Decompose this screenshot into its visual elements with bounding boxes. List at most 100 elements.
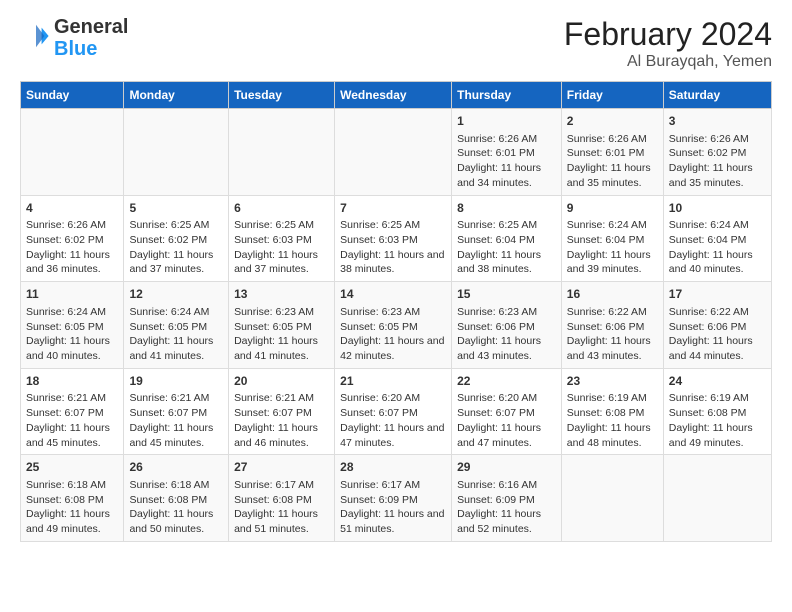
day-number: 13 — [234, 286, 329, 303]
day-info: Sunrise: 6:19 AMSunset: 6:08 PMDaylight:… — [669, 391, 766, 450]
calendar-cell: 11 Sunrise: 6:24 AMSunset: 6:05 PMDayligh… — [21, 282, 124, 369]
day-info: Sunrise: 6:26 AMSunset: 6:01 PMDaylight:… — [567, 132, 658, 191]
day-info: Sunrise: 6:25 AMSunset: 6:03 PMDaylight:… — [340, 218, 446, 277]
calendar-cell: 13Sunrise: 6:23 AMSunset: 6:05 PMDayligh… — [229, 282, 335, 369]
day-info: Sunrise: 6:26 AMSunset: 6:02 PMDaylight:… — [26, 218, 118, 277]
day-number: 20 — [234, 373, 329, 390]
day-info: Sunrise: 6:21 AMSunset: 6:07 PMDaylight:… — [26, 391, 118, 450]
calendar-cell: 7Sunrise: 6:25 AMSunset: 6:03 PMDaylight… — [335, 195, 452, 282]
calendar-cell: 16 Sunrise: 6:22 AMSunset: 6:06 PMDayligh… — [561, 282, 663, 369]
day-info: Sunrise: 6:24 AMSunset: 6:04 PMDaylight:… — [567, 218, 658, 277]
col-header-thursday: Thursday — [452, 82, 562, 109]
calendar-cell — [561, 455, 663, 542]
day-number: 25 — [26, 459, 118, 476]
day-info: Sunrise: 6:24 AMSunset: 6:05 PMDaylight:… — [26, 305, 118, 364]
col-header-sunday: Sunday — [21, 82, 124, 109]
calendar-cell: 21Sunrise: 6:20 AMSunset: 6:07 PMDayligh… — [335, 368, 452, 455]
day-info: Sunrise: 6:18 AMSunset: 6:08 PMDaylight:… — [26, 478, 118, 537]
day-info: Sunrise: 6:24 AMSunset: 6:05 PMDaylight:… — [129, 305, 223, 364]
day-number: 28 — [340, 459, 446, 476]
day-info: Sunrise: 6:20 AMSunset: 6:07 PMDaylight:… — [457, 391, 556, 450]
day-info: Sunrise: 6:26 AMSunset: 6:02 PMDaylight:… — [669, 132, 766, 191]
day-number: 1 — [457, 113, 556, 130]
day-number: 29 — [457, 459, 556, 476]
calendar-cell: 8Sunrise: 6:25 AMSunset: 6:04 PMDaylight… — [452, 195, 562, 282]
day-info: Sunrise: 6:22 AMSunset: 6:06 PMDaylight:… — [567, 305, 658, 364]
calendar-cell: 4Sunrise: 6:26 AMSunset: 6:02 PMDaylight… — [21, 195, 124, 282]
calendar-cell — [335, 109, 452, 196]
day-info: Sunrise: 6:17 AMSunset: 6:09 PMDaylight:… — [340, 478, 446, 537]
day-info: Sunrise: 6:25 AMSunset: 6:02 PMDaylight:… — [129, 218, 223, 277]
calendar-cell: 14 Sunrise: 6:23 AMSunset: 6:05 PMDayligh… — [335, 282, 452, 369]
day-info: Sunrise: 6:21 AMSunset: 6:07 PMDaylight:… — [129, 391, 223, 450]
calendar-cell: 26 Sunrise: 6:18 AMSunset: 6:08 PMDayligh… — [124, 455, 229, 542]
day-number: 3 — [669, 113, 766, 130]
day-number: 15 — [457, 286, 556, 303]
day-number: 24 — [669, 373, 766, 390]
logo: General Blue — [20, 16, 128, 60]
day-number: 19 — [129, 373, 223, 390]
calendar-cell: 15 Sunrise: 6:23 AMSunset: 6:06 PMDayligh… — [452, 282, 562, 369]
day-info: Sunrise: 6:23 AMSunset: 6:06 PMDaylight:… — [457, 305, 556, 364]
page-subtitle: Al Burayqah, Yemen — [564, 53, 772, 71]
day-number: 6 — [234, 200, 329, 217]
day-number: 17 — [669, 286, 766, 303]
day-number: 5 — [129, 200, 223, 217]
calendar-cell: 22Sunrise: 6:20 AMSunset: 6:07 PMDayligh… — [452, 368, 562, 455]
calendar-cell: 19Sunrise: 6:21 AMSunset: 6:07 PMDayligh… — [124, 368, 229, 455]
day-info: Sunrise: 6:22 AMSunset: 6:06 PMDaylight:… — [669, 305, 766, 364]
calendar-cell: 1 Sunrise: 6:26 AMSunset: 6:01 PMDaylight… — [452, 109, 562, 196]
day-number: 21 — [340, 373, 446, 390]
calendar-cell — [229, 109, 335, 196]
day-number: 8 — [457, 200, 556, 217]
logo-line1: General — [54, 16, 128, 38]
page-title: February 2024 — [564, 16, 772, 53]
calendar-table: SundayMondayTuesdayWednesdayThursdayFrid… — [20, 81, 772, 542]
week-row-5: 25 Sunrise: 6:18 AMSunset: 6:08 PMDayligh… — [21, 455, 772, 542]
week-row-4: 18Sunrise: 6:21 AMSunset: 6:07 PMDayligh… — [21, 368, 772, 455]
calendar-cell: 6Sunrise: 6:25 AMSunset: 6:03 PMDaylight… — [229, 195, 335, 282]
calendar-cell: 20Sunrise: 6:21 AMSunset: 6:07 PMDayligh… — [229, 368, 335, 455]
calendar-cell: 29 Sunrise: 6:16 AMSunset: 6:09 PMDayligh… — [452, 455, 562, 542]
calendar-cell: 3 Sunrise: 6:26 AMSunset: 6:02 PMDaylight… — [663, 109, 771, 196]
header: General Blue February 2024 Al Burayqah, … — [20, 16, 772, 71]
calendar-cell: 28 Sunrise: 6:17 AMSunset: 6:09 PMDayligh… — [335, 455, 452, 542]
calendar-cell — [21, 109, 124, 196]
col-header-friday: Friday — [561, 82, 663, 109]
week-row-2: 4Sunrise: 6:26 AMSunset: 6:02 PMDaylight… — [21, 195, 772, 282]
calendar-header-row: SundayMondayTuesdayWednesdayThursdayFrid… — [21, 82, 772, 109]
day-info: Sunrise: 6:25 AMSunset: 6:04 PMDaylight:… — [457, 218, 556, 277]
day-info: Sunrise: 6:20 AMSunset: 6:07 PMDaylight:… — [340, 391, 446, 450]
calendar-cell: 5Sunrise: 6:25 AMSunset: 6:02 PMDaylight… — [124, 195, 229, 282]
day-info: Sunrise: 6:18 AMSunset: 6:08 PMDaylight:… — [129, 478, 223, 537]
calendar-cell: 18Sunrise: 6:21 AMSunset: 6:07 PMDayligh… — [21, 368, 124, 455]
page: General Blue February 2024 Al Burayqah, … — [0, 0, 792, 552]
calendar-cell: 12 Sunrise: 6:24 AMSunset: 6:05 PMDayligh… — [124, 282, 229, 369]
day-number: 14 — [340, 286, 446, 303]
calendar-cell: 17 Sunrise: 6:22 AMSunset: 6:06 PMDayligh… — [663, 282, 771, 369]
logo-line2: Blue — [54, 38, 128, 60]
col-header-tuesday: Tuesday — [229, 82, 335, 109]
col-header-monday: Monday — [124, 82, 229, 109]
week-row-1: 1 Sunrise: 6:26 AMSunset: 6:01 PMDaylight… — [21, 109, 772, 196]
day-info: Sunrise: 6:23 AMSunset: 6:05 PMDaylight:… — [340, 305, 446, 364]
day-info: Sunrise: 6:16 AMSunset: 6:09 PMDaylight:… — [457, 478, 556, 537]
col-header-wednesday: Wednesday — [335, 82, 452, 109]
day-number: 27 — [234, 459, 329, 476]
calendar-cell: 2 Sunrise: 6:26 AMSunset: 6:01 PMDaylight… — [561, 109, 663, 196]
calendar-cell: 23Sunrise: 6:19 AMSunset: 6:08 PMDayligh… — [561, 368, 663, 455]
calendar-cell: 10Sunrise: 6:24 AMSunset: 6:04 PMDayligh… — [663, 195, 771, 282]
day-number: 26 — [129, 459, 223, 476]
day-number: 9 — [567, 200, 658, 217]
day-number: 2 — [567, 113, 658, 130]
day-number: 7 — [340, 200, 446, 217]
day-number: 22 — [457, 373, 556, 390]
day-info: Sunrise: 6:26 AMSunset: 6:01 PMDaylight:… — [457, 132, 556, 191]
calendar-cell: 25 Sunrise: 6:18 AMSunset: 6:08 PMDayligh… — [21, 455, 124, 542]
logo-icon — [22, 22, 50, 50]
day-number: 11 — [26, 286, 118, 303]
day-info: Sunrise: 6:25 AMSunset: 6:03 PMDaylight:… — [234, 218, 329, 277]
calendar-cell — [663, 455, 771, 542]
day-number: 16 — [567, 286, 658, 303]
day-number: 12 — [129, 286, 223, 303]
